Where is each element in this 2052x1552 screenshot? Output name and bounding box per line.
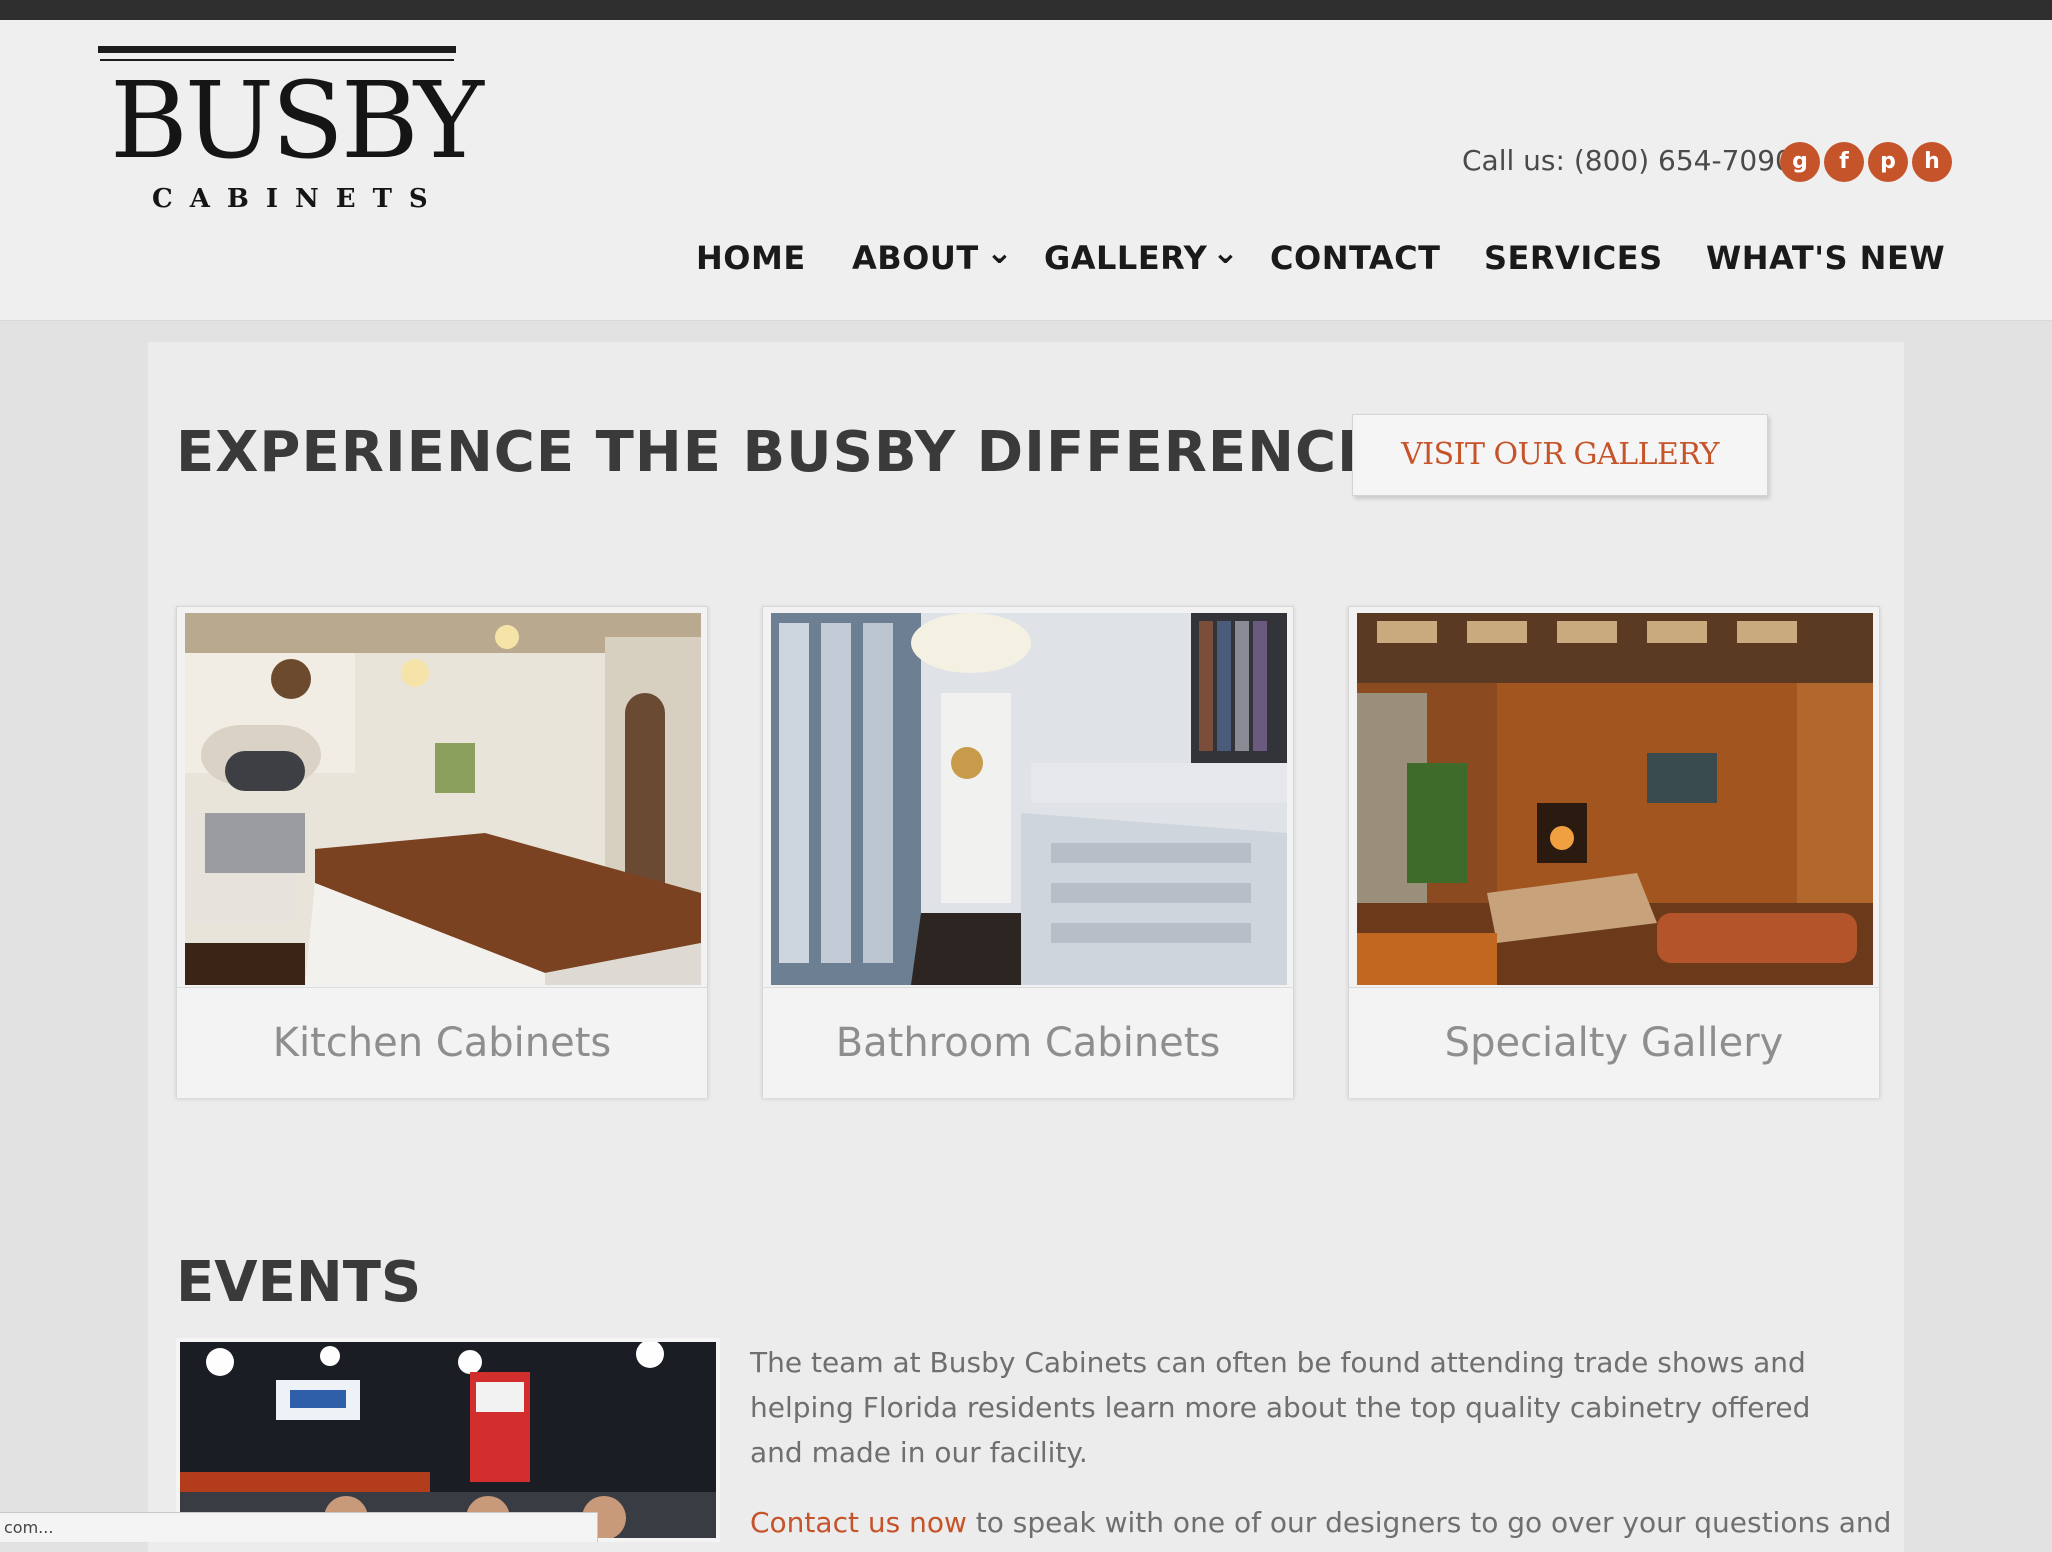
about-chevron-down-icon[interactable]: ⌄	[986, 230, 1013, 274]
browser-top-bar	[0, 0, 2052, 20]
bathroom-cabinets-card[interactable]: Bathroom Cabinets	[762, 606, 1294, 1098]
nav-contact[interactable]: CONTACT	[1270, 236, 1440, 280]
contact-us-now-link[interactable]: Contact us now	[750, 1506, 967, 1539]
site-header: BUSBY CABINETS Call us: (800) 654-7090 g…	[0, 20, 2052, 321]
nav-about-label: ABOUT	[852, 239, 979, 277]
kitchen-image[interactable]	[185, 613, 701, 985]
google-plus-icon[interactable]: g	[1780, 142, 1820, 182]
specialty-image[interactable]	[1357, 613, 1873, 985]
nav-whats-new[interactable]: WHAT'S NEW	[1706, 236, 1945, 280]
nav-gallery-label: GALLERY	[1044, 239, 1208, 277]
browser-status-bar: com...	[0, 1512, 598, 1542]
nav-gallery[interactable]: GALLERY	[1044, 236, 1207, 280]
facebook-icon[interactable]: f	[1824, 142, 1864, 182]
nav-services[interactable]: SERVICES	[1484, 236, 1663, 280]
social-icons: g f p h	[1780, 142, 1952, 182]
kitchen-cabinets-caption[interactable]: Kitchen Cabinets	[177, 987, 707, 1098]
pinterest-icon[interactable]: p	[1868, 142, 1908, 182]
events-paragraph: The team at Busby Cabinets can often be …	[750, 1346, 1811, 1469]
events-contact-text: to speak with one of our designers to go…	[966, 1506, 1892, 1539]
bathroom-image[interactable]	[771, 613, 1287, 985]
kitchen-cabinets-card[interactable]: Kitchen Cabinets	[176, 606, 708, 1098]
events-title: EVENTS	[176, 1250, 422, 1315]
houzz-icon[interactable]: h	[1912, 142, 1952, 182]
nav-about[interactable]: ABOUT	[852, 236, 979, 280]
events-contact-line: Contact us now to speak with one of our …	[750, 1500, 1891, 1545]
visit-gallery-button[interactable]: VISIT OUR GALLERY	[1352, 414, 1768, 496]
logo-subtitle: CABINETS	[152, 184, 445, 214]
specialty-gallery-card[interactable]: Specialty Gallery	[1348, 606, 1880, 1098]
phone-number: Call us: (800) 654-7090	[1462, 144, 1793, 177]
nav-home[interactable]: HOME	[696, 236, 806, 280]
bathroom-cabinets-caption[interactable]: Bathroom Cabinets	[763, 987, 1293, 1098]
gallery-chevron-down-icon[interactable]: ⌄	[1212, 230, 1239, 274]
busby-logo[interactable]: BUSBY CABINETS	[98, 46, 484, 236]
hero-headline: EXPERIENCE THE BUSBY DIFFERENCE...	[176, 420, 1444, 485]
logo-brand: BUSBY	[110, 59, 484, 182]
logo-rule-top	[98, 46, 456, 53]
specialty-gallery-caption[interactable]: Specialty Gallery	[1349, 987, 1879, 1098]
